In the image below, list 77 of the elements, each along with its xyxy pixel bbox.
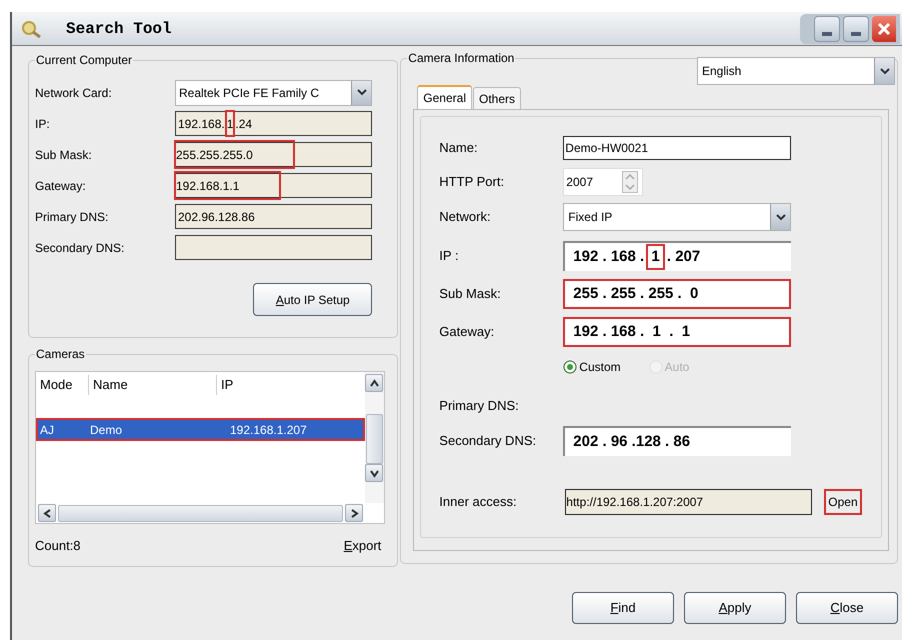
language-select[interactable]: English xyxy=(697,57,895,85)
auto-ip-setup-button[interactable]: Auto IP Setup xyxy=(253,283,372,316)
table-cell-text: AJ xyxy=(39,422,56,438)
field-label: Inner access: xyxy=(439,493,518,512)
tab[interactable]: Others xyxy=(473,87,522,109)
scroll-up-button[interactable] xyxy=(365,374,383,392)
field-label: IP: xyxy=(35,116,51,132)
minimize-button[interactable] xyxy=(843,16,869,42)
field-label: Sub Mask: xyxy=(35,146,93,164)
export-link[interactable]: Export xyxy=(344,536,382,556)
group-title: Camera Information xyxy=(407,51,516,65)
tab[interactable]: General xyxy=(417,85,472,109)
field-label: Gateway: xyxy=(35,178,87,194)
camera-count: Count:8 xyxy=(35,537,81,555)
field-label: Secondary DNS: xyxy=(35,240,126,256)
dialog-button[interactable]: Apply xyxy=(684,592,786,624)
name-field[interactable]: Demo-HW0021 xyxy=(563,136,792,160)
horizontal-scrollbar[interactable] xyxy=(36,503,365,523)
field-label: Primary DNS: xyxy=(439,397,520,416)
chevron-left-icon xyxy=(42,508,52,518)
chevron-down-icon xyxy=(776,214,786,220)
chevron-right-icon xyxy=(350,508,358,518)
dialog-button[interactable]: Find xyxy=(572,592,674,624)
dropdown-button[interactable] xyxy=(351,80,371,104)
ip-address-field[interactable]: 192 . 168 . 1 . 1 xyxy=(563,317,792,347)
ip-address-field[interactable]: 192 . 168 . 1 . 207 xyxy=(563,241,792,271)
vertical-scrollbar[interactable] xyxy=(365,372,384,503)
scroll-left-button[interactable] xyxy=(38,504,56,522)
input-field[interactable]: 255.255.255.0 xyxy=(175,142,372,167)
port-spinner[interactable]: 2007 xyxy=(563,168,644,196)
table-cell-text: 192.168.1.207 xyxy=(229,422,308,438)
spinner-arrows-icon xyxy=(622,171,638,193)
open-button[interactable]: Open xyxy=(824,489,862,515)
scroll-down-button[interactable] xyxy=(365,464,383,482)
dropdown-button[interactable] xyxy=(770,204,790,230)
chevron-down-icon xyxy=(356,89,366,96)
radio-option: Auto xyxy=(648,358,690,376)
list-row[interactable]: AJ Demo 192.168.1.207 xyxy=(38,420,363,439)
input-field[interactable]: 192.168. 1 .24 xyxy=(175,111,372,136)
column-header[interactable]: Mode xyxy=(36,375,88,395)
chevron-down-icon xyxy=(370,468,378,478)
ip-address-field[interactable]: 255 . 255 . 255 . 0 xyxy=(563,279,792,309)
field-label: Sub Mask: xyxy=(439,285,502,304)
dialog-button[interactable]: Close xyxy=(796,592,898,624)
chevron-up-icon xyxy=(370,378,378,388)
magnifier-icon xyxy=(20,20,42,38)
radio-option[interactable]: Custom xyxy=(563,358,621,376)
field-label: Primary DNS: xyxy=(35,208,110,226)
minimize-icon xyxy=(822,32,832,36)
scroll-right-button[interactable] xyxy=(345,504,363,522)
field-label: IP : xyxy=(439,247,460,266)
ip-address-field[interactable]: 202 . 96 .128 . 86 xyxy=(563,426,792,456)
field-label: Network: xyxy=(439,208,492,226)
group-title: Cameras xyxy=(35,347,86,361)
column-header[interactable]: Name xyxy=(88,375,216,395)
window-title: Search Tool xyxy=(66,18,172,40)
scroll-thumb[interactable] xyxy=(366,414,383,464)
minimize-button[interactable] xyxy=(814,16,840,42)
chevron-down-icon xyxy=(880,68,890,74)
close-window-button[interactable] xyxy=(872,16,896,42)
input-field[interactable]: 202.96.128.86 xyxy=(175,204,372,229)
input-field[interactable]: 192.168.1.1 xyxy=(175,173,372,198)
close-icon xyxy=(877,22,891,36)
network-card-select[interactable]: Realtek PCIe FE Family C xyxy=(175,80,372,106)
field-label: Network Card: xyxy=(35,84,113,102)
table-cell-text: Demo xyxy=(89,422,124,438)
minimize-icon xyxy=(851,32,861,36)
field-label: Name: xyxy=(439,139,479,158)
scroll-thumb[interactable] xyxy=(58,504,343,522)
url-field[interactable]: http://192.168.1.207:2007 xyxy=(565,489,812,515)
field-label: Gateway: xyxy=(439,323,496,342)
input-field[interactable] xyxy=(175,235,372,260)
group-title: Current Computer xyxy=(35,53,134,67)
field-label: Secondary DNS: xyxy=(439,432,538,450)
dropdown-button[interactable] xyxy=(874,58,894,84)
field-label: HTTP Port: xyxy=(439,173,506,192)
network-select[interactable]: Fixed IP xyxy=(563,203,792,231)
